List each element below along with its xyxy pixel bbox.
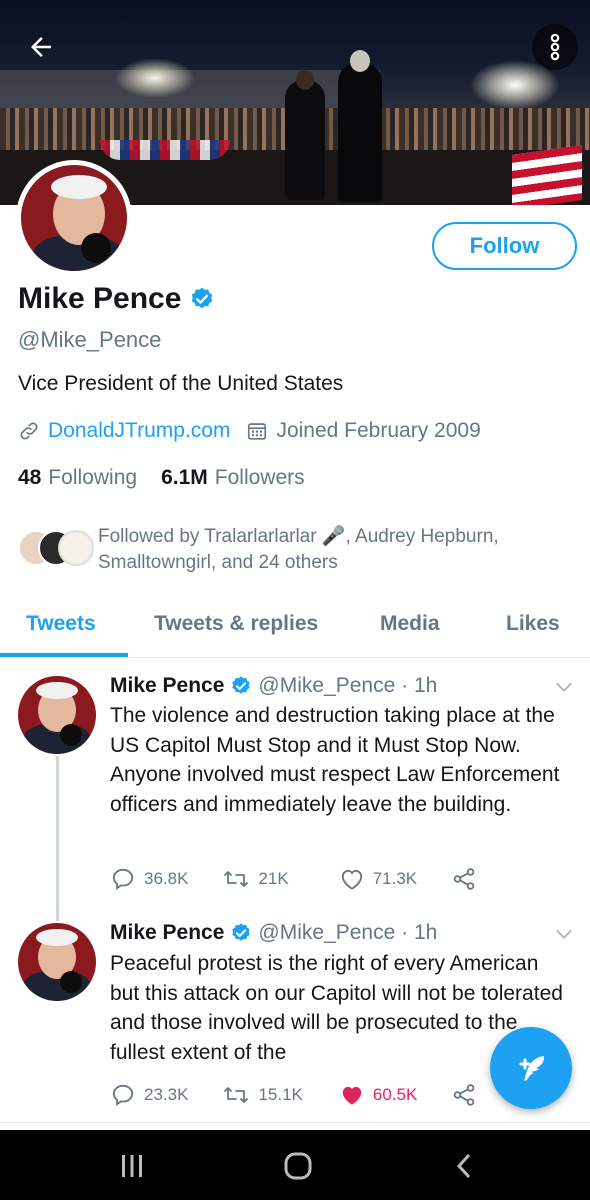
avatar-microphone — [60, 971, 82, 993]
followed-by-row[interactable]: Followed by Tralarlarlarlar 🎤, Audrey He… — [18, 524, 538, 576]
tab-tweets-and-replies[interactable]: Tweets & replies — [154, 612, 318, 636]
arrow-left-icon — [31, 37, 51, 57]
profile-name-row: Mike Pence — [18, 282, 215, 316]
reply-button[interactable]: 23.3K — [110, 1082, 188, 1108]
chevron-down-icon[interactable] — [553, 676, 575, 698]
reply-count: 23.3K — [144, 1085, 189, 1104]
banner-figure — [285, 80, 325, 200]
tweet-item[interactable]: Mike Pence @Mike_Pence · 1h The violence… — [0, 672, 590, 912]
retweet-button[interactable]: 15.1K — [222, 1082, 303, 1108]
tweet-actions: 23.3K 15.1K 60.5K — [110, 1082, 477, 1108]
recent-apps-icon[interactable] — [118, 1152, 146, 1180]
banner-figure-head — [296, 70, 314, 90]
banner-figure — [338, 62, 382, 202]
reply-icon — [112, 868, 134, 890]
tab-tweets[interactable]: Tweets — [26, 612, 96, 636]
heart-filled-icon — [342, 1086, 362, 1105]
profile-name: Mike Pence — [18, 282, 182, 315]
followers-label: Followers — [214, 466, 305, 489]
back-nav-icon[interactable] — [452, 1152, 476, 1180]
tweet-avatar[interactable] — [18, 676, 96, 754]
profile-website-link[interactable]: DonaldJTrump.com — [48, 419, 230, 443]
reply-button[interactable]: 36.8K — [110, 866, 188, 892]
link-icon — [20, 422, 38, 440]
profile-avatar[interactable] — [16, 160, 132, 276]
share-button[interactable] — [451, 866, 477, 892]
verified-badge-icon — [232, 923, 251, 941]
profile-tabs: Tweets Tweets & replies Media Likes — [0, 600, 590, 658]
profile-meta: DonaldJTrump.com Joined February 2009 — [18, 419, 481, 443]
tweet-header: Mike Pence @Mike_Pence · 1h — [110, 674, 437, 698]
share-icon — [454, 1084, 475, 1106]
system-navigation-bar — [0, 1130, 590, 1200]
followed-by-text: Followed by Tralarlarlarlar 🎤, Audrey He… — [98, 526, 499, 573]
avatar-hair — [36, 682, 78, 699]
like-count: 71.3K — [372, 869, 418, 888]
tweet-avatar[interactable] — [18, 923, 96, 1001]
following-link[interactable]: 48 Following — [18, 466, 137, 490]
more-vertical-icon — [550, 33, 560, 61]
followers-link[interactable]: 6.1M Followers — [161, 466, 305, 490]
counts-spacer — [137, 466, 161, 490]
banner-light — [115, 58, 195, 98]
tab-likes[interactable]: Likes — [506, 612, 560, 636]
following-count: 48 — [18, 466, 42, 489]
like-button[interactable]: 71.3K — [339, 867, 417, 891]
reply-icon — [112, 1084, 134, 1106]
following-label: Following — [48, 466, 138, 489]
banner-flag — [512, 145, 582, 205]
like-count: 60.5K — [372, 1085, 418, 1104]
profile-counts: 48 Following 6.1M Followers — [18, 466, 305, 490]
heart-icon — [341, 869, 362, 890]
tweet-text: The violence and destruction taking plac… — [110, 704, 560, 816]
active-tab-indicator — [0, 653, 128, 657]
avatar-hair — [36, 929, 78, 946]
retweet-count: 15.1K — [258, 1085, 303, 1104]
more-options-button[interactable] — [532, 24, 578, 70]
followed-by-avatars — [18, 524, 94, 572]
tab-media[interactable]: Media — [380, 612, 440, 636]
verified-badge-icon — [232, 676, 251, 694]
profile-bio: Vice President of the United States — [18, 372, 344, 395]
calendar-icon — [248, 423, 267, 440]
followers-count: 6.1M — [161, 466, 208, 489]
follower-avatar — [58, 530, 94, 566]
retweet-count: 21K — [258, 869, 289, 888]
compose-feather-icon — [519, 1056, 544, 1081]
tweet-author-handle: @Mike_Pence · 1h — [258, 674, 438, 697]
list-divider — [0, 1122, 590, 1123]
profile-joined-date: Joined February 2009 — [276, 419, 481, 442]
tweet-header: Mike Pence @Mike_Pence · 1h — [110, 921, 437, 945]
like-button[interactable]: 60.5K — [339, 1083, 417, 1107]
tweet-author-name[interactable]: Mike Pence — [110, 674, 224, 698]
chevron-down-icon[interactable] — [553, 923, 575, 945]
banner-bunting — [100, 140, 230, 160]
tweet-author-handle: @Mike_Pence · 1h — [258, 921, 438, 944]
follow-button[interactable]: Follow — [432, 222, 577, 270]
share-button[interactable] — [451, 1082, 477, 1108]
banner-figure-head — [350, 50, 370, 72]
avatar-hair — [51, 175, 107, 199]
tweet-actions: 36.8K 21K 71.3K — [110, 866, 477, 892]
retweet-button[interactable]: 21K — [222, 866, 289, 892]
verified-badge-icon — [192, 287, 213, 309]
compose-tweet-button[interactable] — [490, 1027, 572, 1109]
tweet-author-name[interactable]: Mike Pence — [110, 921, 224, 945]
retweet-icon — [224, 871, 249, 887]
home-icon[interactable] — [283, 1152, 313, 1180]
avatar-microphone — [60, 724, 82, 746]
avatar-microphone — [81, 233, 111, 263]
back-button[interactable] — [18, 24, 64, 70]
profile-handle: @Mike_Pence — [18, 327, 162, 352]
share-icon — [453, 868, 475, 890]
retweet-icon — [224, 1087, 249, 1103]
reply-count: 36.8K — [144, 869, 189, 888]
